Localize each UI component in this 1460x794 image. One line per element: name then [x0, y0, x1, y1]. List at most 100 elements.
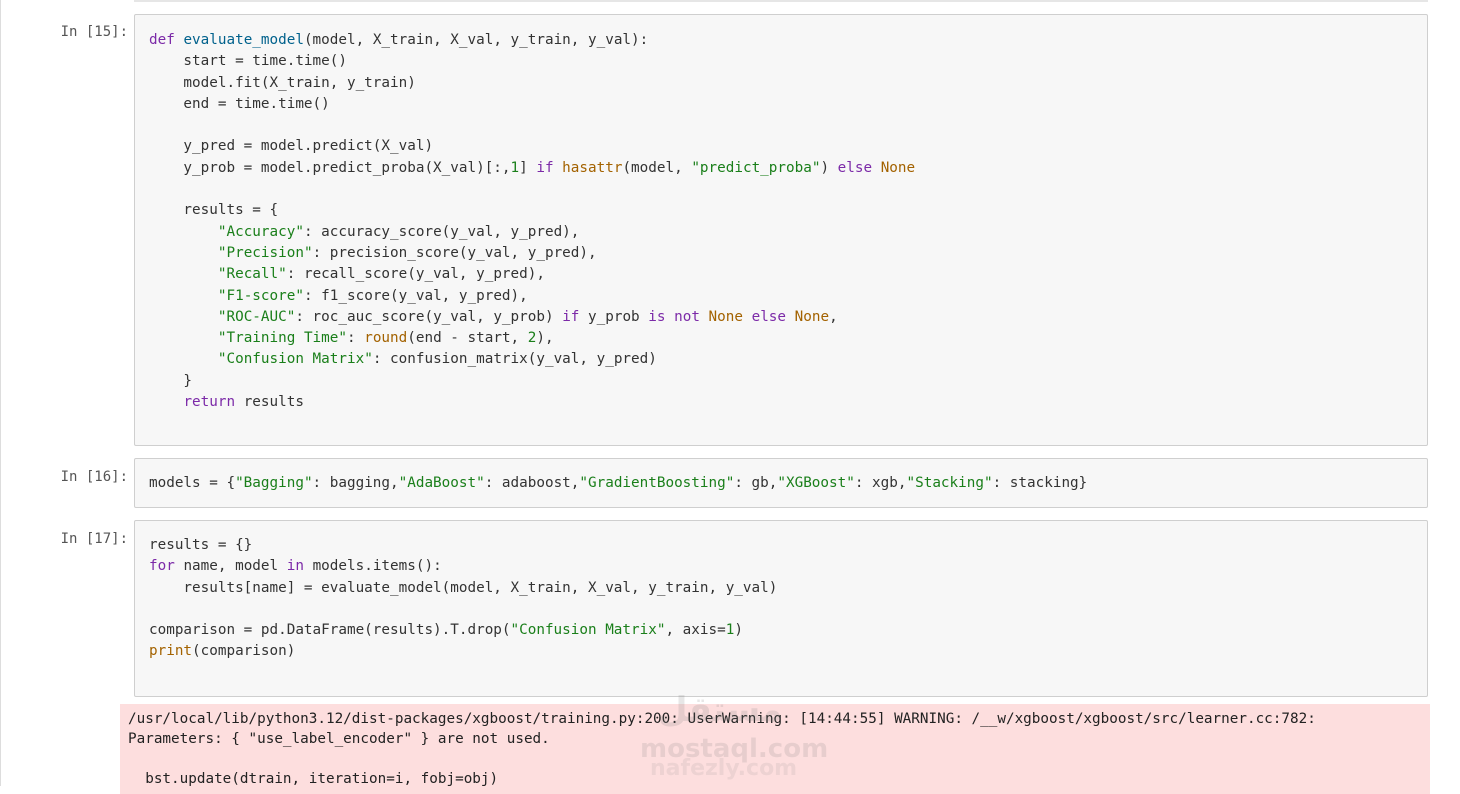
code-token: def — [149, 32, 184, 48]
cell-prompt: In [16]: — [60, 469, 128, 485]
code-token: "GradientBoosting" — [579, 475, 735, 491]
code-line: for name, model in models.items(): — [149, 556, 777, 577]
code-token: (end - start, — [407, 330, 528, 347]
code-token: results = {} — [149, 537, 253, 553]
code-token: y_pred = model.predict(X_val) — [149, 138, 434, 155]
code-line: model.fit(X_train, y_train) — [149, 73, 915, 94]
code-line: "Confusion Matrix": confusion_matrix(y_v… — [149, 349, 915, 370]
code-token: : precision_score(y_val, y_pred), — [312, 244, 597, 261]
code-line: results = {} — [149, 535, 777, 556]
code-line: "Precision": precision_score(y_val, y_pr… — [149, 243, 915, 264]
code-token: : xgb, — [854, 475, 907, 491]
code-token: ) — [820, 159, 838, 176]
code-token: : accuracy_score(y_val, y_pred), — [303, 223, 580, 240]
code-token: if — [536, 159, 563, 176]
code-token: else — [751, 308, 795, 325]
code-token: y_prob — [588, 308, 649, 325]
code-token: "Precision" — [217, 244, 313, 261]
code-token: , — [829, 308, 838, 325]
code-editor[interactable]: models = {"Bagging": bagging,"AdaBoost":… — [149, 473, 1087, 494]
code-token: "Confusion Matrix" — [217, 351, 373, 368]
code-token: "Bagging" — [235, 475, 313, 491]
stderr-text: /usr/local/lib/python3.12/dist-packages/… — [128, 711, 1316, 787]
code-token: : confusion_matrix(y_val, y_pred) — [372, 351, 657, 368]
code-token: None — [794, 308, 830, 325]
code-token: hasattr — [562, 159, 623, 176]
code-line: start = time.time() — [149, 51, 915, 72]
stderr-output: /usr/local/lib/python3.12/dist-packages/… — [120, 704, 1430, 794]
code-line: "Recall": recall_score(y_val, y_pred), — [149, 264, 915, 285]
code-token: in — [286, 558, 313, 575]
code-token: None — [708, 308, 752, 325]
code-token: : — [347, 330, 365, 347]
code-token: "F1-score" — [217, 287, 304, 304]
code-token: : adaboost, — [484, 475, 580, 491]
code-token: : stacking} — [992, 475, 1088, 491]
code-token: "Accuracy" — [217, 223, 304, 240]
code-token: start = time.time() — [149, 53, 347, 70]
code-token: evaluate_model — [183, 32, 304, 48]
code-token: else — [837, 159, 881, 176]
code-editor[interactable]: def evaluate_model(model, X_train, X_val… — [149, 30, 915, 413]
code-input-area[interactable]: models = {"Bagging": bagging,"AdaBoost":… — [134, 458, 1428, 508]
code-token: : bagging, — [312, 475, 399, 491]
code-line: return results — [149, 392, 915, 413]
code-line: def evaluate_model(model, X_train, X_val… — [149, 30, 915, 51]
code-token: return — [183, 394, 244, 411]
code-line: "Training Time": round(end - start, 2), — [149, 328, 915, 349]
code-line: print(comparison) — [149, 641, 777, 662]
code-token: for — [149, 558, 184, 575]
code-token: y_prob = model.predict_proba(X_val)[:, — [149, 159, 511, 176]
code-token: : f1_score(y_val, y_pred), — [303, 287, 528, 304]
code-line: results[name] = evaluate_model(model, X_… — [149, 578, 777, 599]
code-token: (model, — [622, 159, 692, 176]
code-token: results = { — [149, 202, 279, 219]
code-input-area[interactable]: def evaluate_model(model, X_train, X_val… — [134, 14, 1428, 446]
code-line: end = time.time() — [149, 94, 915, 115]
code-line: models = {"Bagging": bagging,"AdaBoost":… — [149, 473, 1087, 494]
code-token: end = time.time() — [149, 95, 330, 112]
previous-cell-bottom-edge — [134, 0, 1428, 2]
code-token: "Confusion Matrix" — [510, 622, 666, 639]
code-token: models = { — [149, 475, 236, 491]
code-token: model.fit(X_train, y_train) — [149, 74, 416, 91]
code-token: round — [364, 330, 408, 347]
code-token: comparison = pd.DataFrame(results).T.dro… — [149, 622, 511, 639]
code-token: "Recall" — [217, 266, 287, 283]
code-token: ) — [734, 622, 743, 639]
code-line: y_pred = model.predict(X_val) — [149, 136, 915, 157]
code-token: ), — [536, 330, 554, 347]
code-line: "F1-score": f1_score(y_val, y_pred), — [149, 286, 915, 307]
code-token: results — [243, 394, 304, 411]
code-token: ] — [519, 159, 537, 176]
code-token: : roc_auc_score(y_val, y_prob) — [295, 308, 563, 325]
code-token: : gb, — [734, 475, 778, 491]
code-editor[interactable]: results = {} for name, model in models.it… — [149, 535, 777, 663]
code-line: results = { — [149, 200, 915, 221]
code-token: None — [880, 159, 916, 176]
code-token: } — [149, 372, 193, 389]
code-token: models.items(): — [312, 558, 442, 575]
code-token: (comparison) — [192, 643, 296, 660]
code-token: "Training Time" — [217, 330, 347, 347]
code-line: "ROC-AUC": roc_auc_score(y_val, y_prob) … — [149, 307, 915, 328]
cell-prompt: In [15]: — [60, 24, 128, 40]
code-token: is not — [648, 308, 709, 325]
cell-prompt: In [17]: — [60, 531, 128, 547]
code-token: if — [562, 308, 589, 325]
code-input-area[interactable]: results = {} for name, model in models.it… — [134, 520, 1428, 697]
code-token: : recall_score(y_val, y_pred), — [286, 266, 545, 283]
notebook-left-border — [0, 0, 1, 786]
code-token: , axis= — [665, 622, 726, 639]
code-token: 1 — [510, 159, 520, 176]
code-token: (model, X_train, X_val, y_train, y_val): — [303, 32, 649, 48]
